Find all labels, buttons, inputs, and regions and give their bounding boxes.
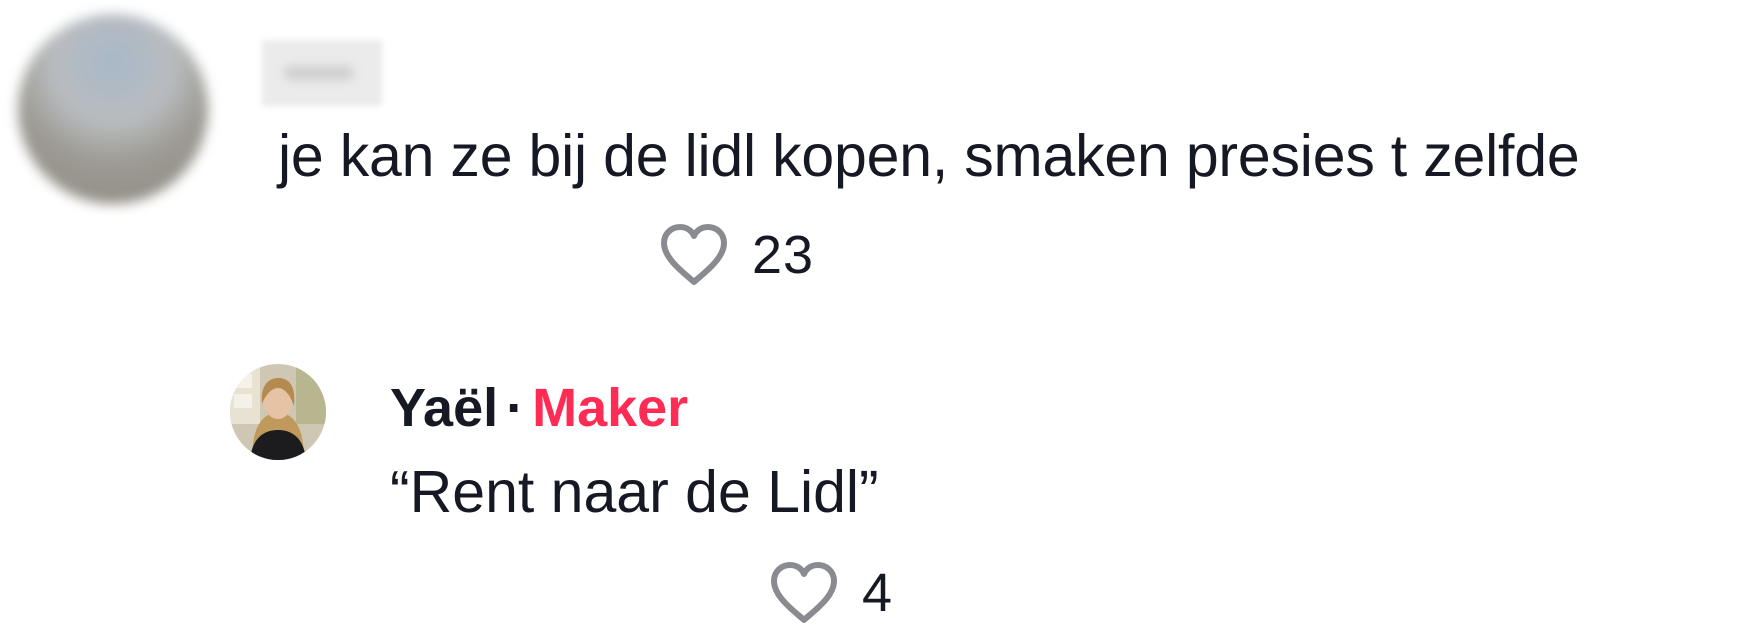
reply-avatar[interactable] — [230, 364, 326, 460]
comment-text: je kan ze bij de lidl kopen, smaken pres… — [278, 123, 1580, 189]
commenter-avatar[interactable] — [18, 14, 208, 204]
profile-photo-icon — [230, 364, 326, 460]
reply-like-count: 4 — [862, 563, 894, 623]
comment-like-count: 23 — [752, 225, 815, 285]
creator-badge: Maker — [532, 378, 689, 438]
heart-icon[interactable] — [768, 560, 840, 626]
commenter-username-blurred[interactable] — [262, 40, 382, 106]
reply-text: “Rent naar de Lidl” — [390, 459, 879, 525]
reply-username[interactable]: Yaël — [390, 378, 498, 438]
username-redaction — [284, 66, 354, 80]
reply-header: Yaël · Maker — [390, 376, 688, 440]
heart-icon[interactable] — [658, 222, 730, 288]
separator-dot: · — [506, 378, 525, 438]
reply-like-row: 4 — [768, 560, 893, 626]
comment-like-row: 23 — [658, 222, 814, 288]
